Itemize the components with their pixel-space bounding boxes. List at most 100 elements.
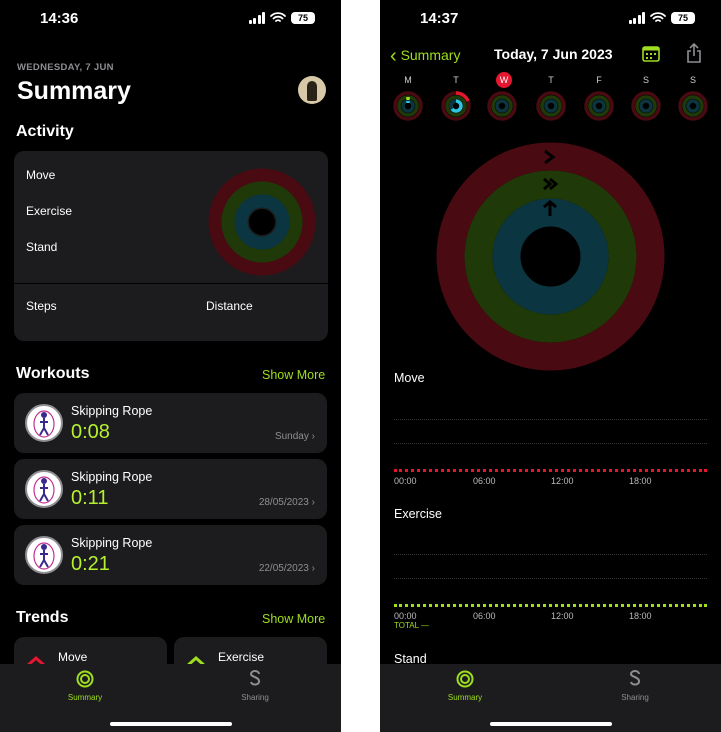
exercise-label: Exercise [26,204,73,218]
calendar-icon[interactable] [642,45,660,62]
weekday-label-selected: W [496,72,512,88]
chevron-right-icon: › [311,431,315,442]
sharing-icon [249,670,261,686]
tab-label: Sharing [241,693,269,702]
home-indicator [490,722,612,726]
workout-name: Skipping Rope [71,536,153,550]
wifi-icon [650,12,666,22]
weekday-label: S [642,75,649,85]
weekday-label: S [689,75,696,85]
status-time: 14:36 [40,10,79,27]
tab-sharing[interactable]: Sharing [580,670,690,702]
skipping-rope-icon [25,536,63,574]
workout-card[interactable]: Skipping Rope 0:21 22/05/2023 › [14,525,327,585]
move-axis-tick: 00:00 [394,476,417,486]
page-title: Summary [17,77,131,105]
divider [14,283,328,284]
gridline [394,554,707,555]
move-axis-tick: 18:00 [629,476,652,486]
exercise-chart [394,530,707,610]
sharing-icon [629,670,641,686]
day-rings-icon [536,91,566,121]
day-rings-icon [441,91,471,121]
exercise-chart-label: Exercise [394,507,442,521]
exercise-axis-tick: 12:00 [551,611,574,621]
activity-card[interactable]: Move Exercise Stand Steps Distance [14,151,328,341]
workout-card[interactable]: Skipping Rope 0:08 Sunday › [14,393,327,453]
chevron-left-icon: ‹ [390,45,397,67]
tab-summary[interactable]: Summary [410,670,520,702]
exercise-baseline [394,604,707,607]
day-rings-icon [678,91,708,121]
exercise-axis-tick: 06:00 [473,611,496,621]
workout-date: Sunday [274,431,309,442]
weekday-label: T [453,75,459,85]
gridline [394,443,707,444]
workout-duration: 0:08 [71,421,110,443]
avatar[interactable] [298,76,326,104]
weekday-label: M [404,75,412,85]
activity-heading: Activity [16,123,74,140]
workouts-show-more-link[interactable]: Show More [262,368,325,382]
move-chart-label: Move [394,371,425,385]
workout-name: Skipping Rope [71,470,153,484]
activity-detail-screen: 14:37 75 ‹ Summary Today, 7 Jun 2023 M T… [380,0,721,732]
battery-icon: 75 [671,12,695,24]
tab-label: Sharing [621,693,649,702]
workout-date: 22/05/2023 [258,563,309,574]
cellular-signal-icon [628,12,645,24]
share-icon[interactable] [686,43,702,63]
workout-date-wrap: 28/05/2023 › [259,497,315,508]
workout-date-wrap: 22/05/2023 › [259,563,315,574]
exercise-axis-tick: 18:00 [629,611,652,621]
trend-label: Move [58,650,88,664]
activity-rings-icon [456,670,474,688]
workout-duration: 0:21 [71,553,110,575]
tab-bar: Summary Sharing [380,664,721,732]
skipping-rope-icon [25,404,63,442]
status-bar: 14:37 75 [380,10,721,30]
tab-bar: Summary Sharing [0,664,341,732]
cellular-signal-icon [248,12,265,24]
stand-label: Stand [26,240,58,254]
tab-summary[interactable]: Summary [30,670,140,702]
day-rings-icon [631,91,661,121]
battery-icon: 75 [291,12,315,24]
summary-screen: 14:36 75 WEDNESDAY, 7 JUN Summary Activi… [0,0,341,732]
back-label: Summary [400,47,461,63]
day-rings-icon [584,91,614,121]
workout-duration: 0:11 [71,487,109,509]
activity-rings-icon [76,670,94,688]
workout-name: Skipping Rope [71,404,153,418]
exercise-axis-tick: 00:00 [394,611,417,621]
trends-heading: Trends [16,609,69,626]
chevron-right-icon: › [311,563,315,574]
trends-show-more-link[interactable]: Show More [262,612,325,626]
week-rings-row [393,91,708,121]
day-rings-icon [393,91,423,121]
move-axis-tick: 06:00 [473,476,496,486]
nav-title: Today, 7 Jun 2023 [494,46,613,62]
move-axis-tick: 12:00 [551,476,574,486]
tab-sharing[interactable]: Sharing [200,670,310,702]
workout-card[interactable]: Skipping Rope 0:11 28/05/2023 › [14,459,327,519]
status-bar: 14:36 75 [0,10,341,30]
status-time: 14:37 [420,10,459,27]
day-rings-icon [487,91,517,121]
workout-date: 28/05/2023 [258,497,309,508]
gridline [394,578,707,579]
weekday-label: F [596,75,602,85]
exercise-total-label: TOTAL — [394,621,429,630]
date-label: WEDNESDAY, 7 JUN [17,62,114,73]
skipping-rope-icon [25,470,63,508]
trend-label: Exercise [218,650,265,664]
activity-rings-large-icon [436,142,665,371]
steps-label: Steps [26,299,57,313]
chevron-right-icon: › [311,497,315,508]
workout-date-wrap: Sunday › [275,431,315,442]
back-button[interactable]: ‹ Summary [390,45,460,68]
move-label: Move [26,168,56,182]
workouts-heading: Workouts [16,365,90,382]
gridline [394,419,707,420]
activity-rings-icon [208,168,316,276]
